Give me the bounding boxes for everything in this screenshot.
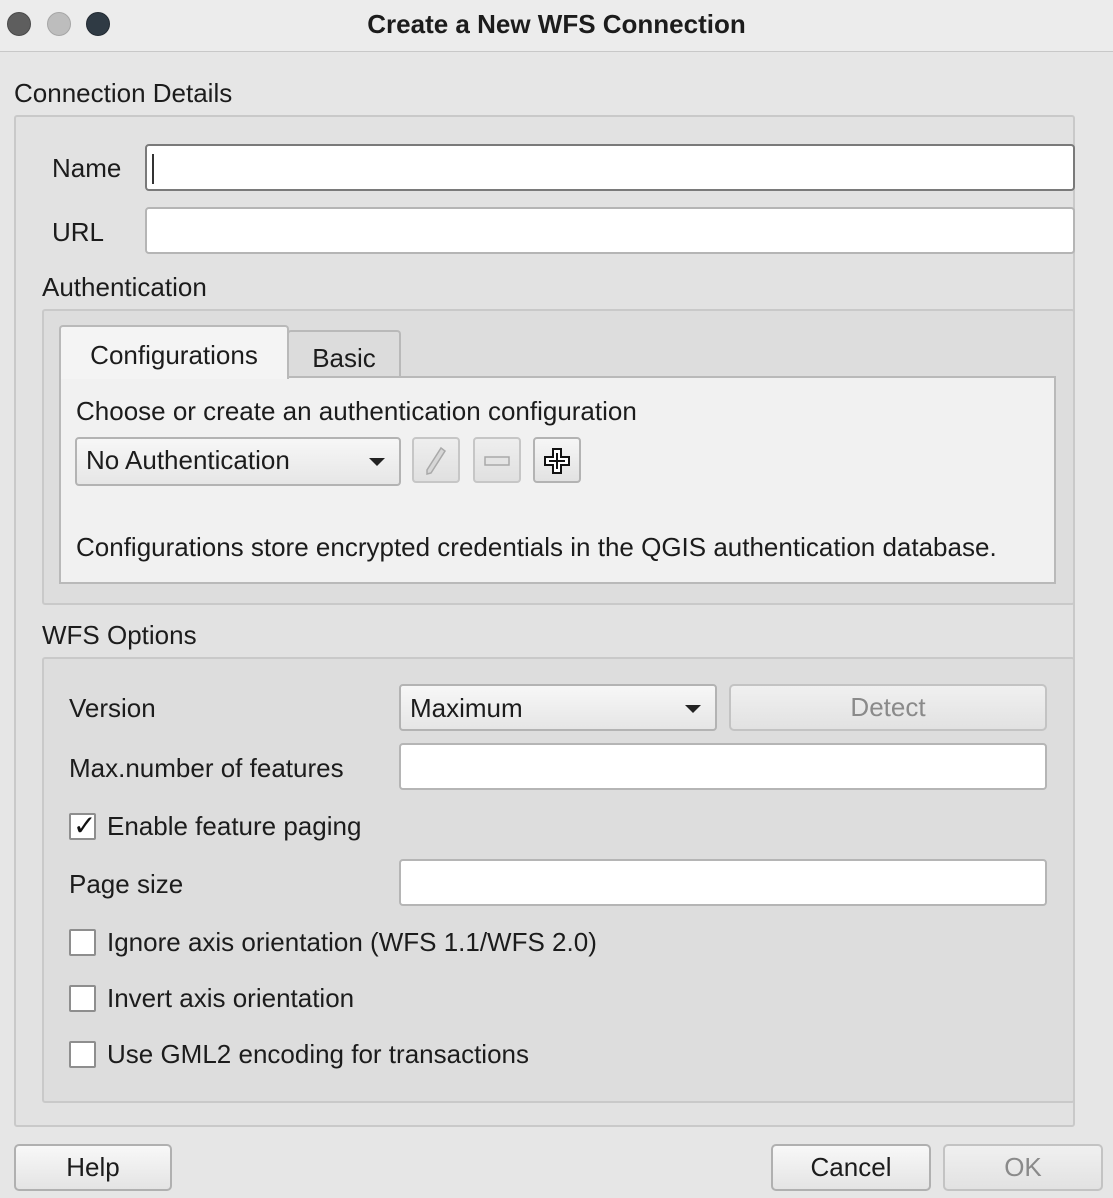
add-config-button[interactable] bbox=[533, 437, 581, 483]
page-size-input[interactable] bbox=[399, 859, 1047, 906]
gml2-encoding-checkbox[interactable] bbox=[69, 1041, 96, 1068]
invert-axis-checkbox[interactable] bbox=[69, 985, 96, 1012]
ok-button[interactable]: OK bbox=[943, 1144, 1103, 1191]
connection-details-label: Connection Details bbox=[14, 78, 233, 108]
auth-config-select-value: No Authentication bbox=[86, 445, 290, 475]
max-features-label: Max.number of features bbox=[69, 753, 344, 783]
edit-config-button[interactable] bbox=[412, 437, 460, 483]
text-caret bbox=[152, 154, 154, 184]
ignore-axis-checkbox[interactable] bbox=[69, 929, 96, 956]
checkmark-icon: ✓ bbox=[73, 809, 97, 842]
name-input[interactable] bbox=[145, 144, 1075, 191]
ignore-axis-label[interactable]: Ignore axis orientation (WFS 1.1/WFS 2.0… bbox=[107, 927, 597, 958]
detect-button[interactable]: Detect bbox=[729, 684, 1047, 731]
auth-prompt-text: Choose or create an authentication confi… bbox=[76, 396, 637, 426]
chevron-down-icon bbox=[369, 458, 385, 466]
cancel-button[interactable]: Cancel bbox=[771, 1144, 931, 1191]
enable-paging-checkbox[interactable]: ✓ bbox=[69, 809, 97, 842]
title-bar: Create a New WFS Connection bbox=[0, 0, 1113, 52]
version-label: Version bbox=[69, 693, 156, 723]
version-select-value: Maximum bbox=[410, 693, 523, 723]
page-size-label: Page size bbox=[69, 869, 184, 899]
name-label: Name bbox=[52, 153, 122, 183]
wfs-options-label: WFS Options bbox=[42, 620, 197, 650]
auth-config-select[interactable]: No Authentication bbox=[75, 437, 401, 486]
version-select[interactable]: Maximum bbox=[399, 684, 717, 731]
chevron-down-icon bbox=[685, 705, 701, 713]
tab-configurations[interactable]: Configurations bbox=[59, 325, 289, 379]
enable-paging-label[interactable]: Enable feature paging bbox=[107, 811, 361, 842]
remove-config-button[interactable] bbox=[473, 437, 521, 483]
auth-info-text: Configurations store encrypted credentia… bbox=[76, 532, 997, 562]
invert-axis-label[interactable]: Invert axis orientation bbox=[107, 983, 354, 1014]
minus-icon bbox=[484, 456, 510, 466]
pencil-icon bbox=[426, 446, 447, 475]
gml2-encoding-label[interactable]: Use GML2 encoding for transactions bbox=[107, 1039, 529, 1070]
help-button[interactable]: Help bbox=[14, 1144, 172, 1191]
plus-icon bbox=[544, 448, 570, 474]
max-features-input[interactable] bbox=[399, 743, 1047, 790]
authentication-label: Authentication bbox=[42, 272, 207, 302]
tab-basic[interactable]: Basic bbox=[287, 330, 401, 378]
url-label: URL bbox=[52, 217, 105, 247]
window-title: Create a New WFS Connection bbox=[367, 9, 746, 39]
url-input[interactable] bbox=[145, 207, 1075, 254]
